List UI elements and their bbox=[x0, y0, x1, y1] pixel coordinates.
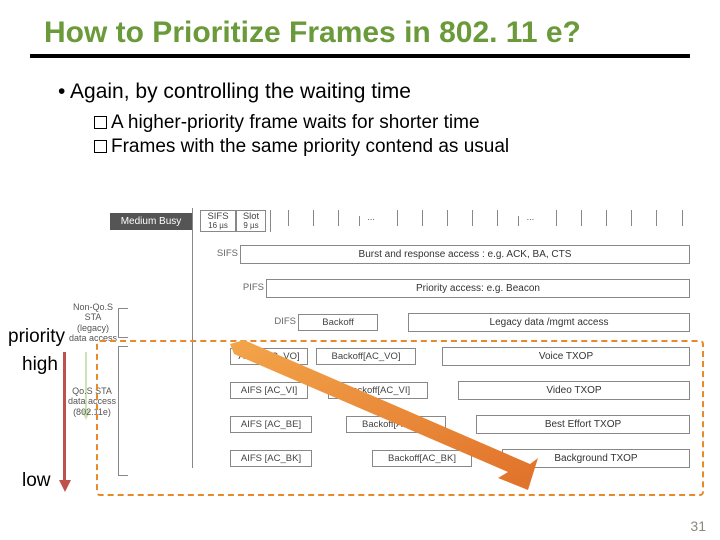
bullet-sub-2: Frames with the same priority contend as… bbox=[94, 136, 690, 158]
pifs-row-box: Priority access: e.g. Beacon bbox=[266, 279, 690, 298]
bullet-list: Again, by controlling the waiting time A… bbox=[30, 80, 690, 158]
bullet-main: Again, by controlling the waiting time bbox=[58, 80, 690, 104]
sifs-row-box: Burst and response access : e.g. ACK, BA… bbox=[240, 245, 690, 264]
tick-dots-2: ... bbox=[527, 212, 535, 222]
legacy-bracket-label: Non-Qo.S STA (legacy) data access bbox=[68, 302, 118, 343]
difs-row-label: DIFS bbox=[274, 316, 296, 327]
pifs-row-label: PIFS bbox=[243, 282, 264, 293]
sifs-box: SIFS 16 µs bbox=[200, 210, 236, 232]
bullet-sub-1-text: A higher-priority frame waits for shorte… bbox=[111, 112, 480, 133]
priority-label: priority bbox=[8, 326, 65, 348]
sifs-us: 16 µs bbox=[208, 222, 228, 230]
sifs-row-label: SIFS bbox=[217, 248, 238, 259]
slot-us: 9 µs bbox=[243, 222, 258, 230]
high-label: high bbox=[22, 354, 58, 376]
tick-dots: ... bbox=[367, 212, 375, 222]
legacy-bracket-icon bbox=[118, 308, 128, 338]
bullet-sub-2-text: Frames with the same priority contend as… bbox=[111, 136, 509, 157]
medium-busy-box: Medium Busy bbox=[110, 213, 192, 230]
page-number: 31 bbox=[690, 518, 706, 534]
slot-box: Slot 9 µs bbox=[236, 210, 266, 232]
tick-axis: ... ... bbox=[270, 210, 690, 232]
difs-backoff: Backoff bbox=[298, 314, 378, 331]
bullet-sub-1: A higher-priority frame waits for shorte… bbox=[94, 112, 690, 134]
orange-diagonal-arrow-icon bbox=[230, 340, 540, 497]
difs-row-box: Legacy data /mgmt access bbox=[408, 313, 690, 332]
slide-title: How to Prioritize Frames in 802. 11 e? bbox=[30, 10, 690, 58]
low-label: low bbox=[22, 470, 51, 492]
square-icon bbox=[94, 140, 107, 153]
square-icon bbox=[94, 116, 107, 129]
